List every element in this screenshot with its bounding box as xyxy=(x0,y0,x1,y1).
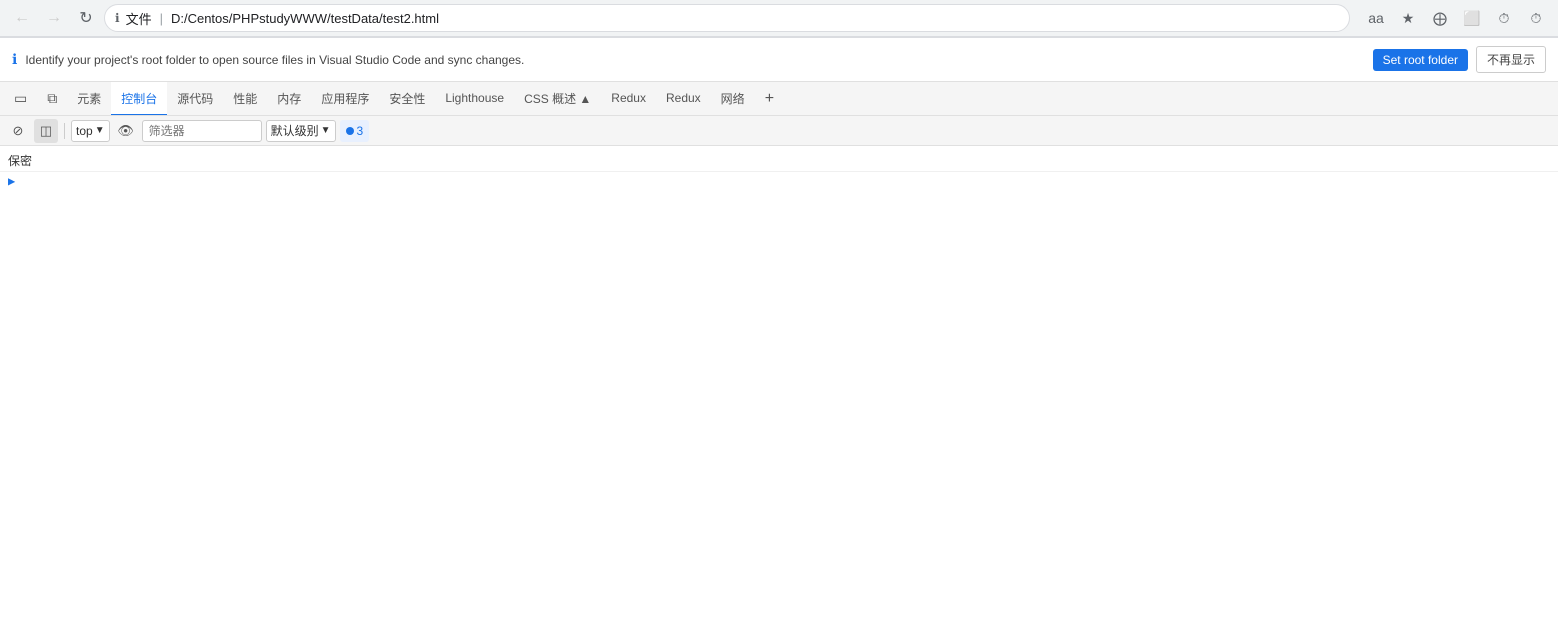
tab-sources[interactable]: 源代码 xyxy=(167,82,223,116)
tab-redux1-label: Redux xyxy=(611,91,646,105)
set-root-folder-button[interactable]: Set root folder xyxy=(1373,49,1468,71)
tab-css-overview-label: CSS 概述 ▲ xyxy=(524,90,591,107)
tab-lighthouse[interactable]: Lighthouse xyxy=(435,82,514,116)
extensions-button[interactable]: ⨁ xyxy=(1426,4,1454,32)
level-chevron-icon: ▼ xyxy=(321,125,331,136)
split-view-button[interactable]: ⬜ xyxy=(1458,4,1486,32)
eye-icon: 👁 xyxy=(117,123,134,139)
tab-performance-label: 性能 xyxy=(233,90,257,107)
tab-application-label: 应用程序 xyxy=(321,90,369,107)
drawer-icon: ◫ xyxy=(40,123,52,139)
tab-security-label: 安全性 xyxy=(389,90,425,107)
clear-icon: ⊘ xyxy=(13,123,24,139)
top-label: top xyxy=(76,124,93,138)
devtools-tabs: ▭ ⧉ 元素 控制台 源代码 性能 内存 应用程序 安全性 Lighthouse xyxy=(0,82,1558,116)
add-tab-button[interactable]: + xyxy=(757,86,782,112)
address-sep: | xyxy=(160,11,163,26)
issues-badge[interactable]: 3 xyxy=(340,120,370,142)
address-file-label: 文件 xyxy=(126,9,152,28)
console-group-label: 保密 xyxy=(8,152,32,169)
filter-input[interactable] xyxy=(142,120,262,142)
console-expand-row: ▶ xyxy=(0,172,1558,191)
eye-button[interactable]: 👁 xyxy=(114,119,138,143)
show-drawer-button[interactable]: ◫ xyxy=(34,119,58,143)
tab-memory-label: 内存 xyxy=(277,90,301,107)
context-selector[interactable]: top ▼ xyxy=(71,120,110,142)
tab-performance[interactable]: 性能 xyxy=(223,82,267,116)
info-banner-icon: ℹ xyxy=(12,51,17,68)
console-toolbar: ⊘ ◫ top ▼ 👁 默认级别 ▼ 3 xyxy=(0,116,1558,146)
browser-actions: aа ★ ⨁ ⬜ ⏱ ⏱ xyxy=(1362,4,1550,32)
tab-sources-label: 源代码 xyxy=(177,90,213,107)
toolbar-separator xyxy=(64,123,65,139)
device-icon: ⧉ xyxy=(47,90,57,107)
console-group-row: 保密 xyxy=(0,150,1558,172)
level-label: 默认级别 xyxy=(271,122,319,139)
browser-chrome: ← → ↻ ℹ 文件 | D:/Centos/PHPstudyWWW/testD… xyxy=(0,0,1558,37)
tab-redux2-label: Redux xyxy=(666,91,701,105)
forward-button[interactable]: → xyxy=(40,4,68,32)
tab-application[interactable]: 应用程序 xyxy=(311,82,379,116)
back-button[interactable]: ← xyxy=(8,4,36,32)
tab-elements-label: 元素 xyxy=(77,90,101,107)
tab-lighthouse-label: Lighthouse xyxy=(445,91,504,105)
chevron-down-icon: ▼ xyxy=(95,125,105,136)
tab-network-label: 网络 xyxy=(721,90,745,107)
reading-mode-button[interactable]: aа xyxy=(1362,4,1390,32)
tab-console-label: 控制台 xyxy=(121,90,157,107)
address-url: D:/Centos/PHPstudyWWW/testData/test2.htm… xyxy=(171,11,439,26)
tab-elements[interactable]: 元素 xyxy=(67,82,111,116)
tab-memory[interactable]: 内存 xyxy=(267,82,311,116)
browser-toolbar: ← → ↻ ℹ 文件 | D:/Centos/PHPstudyWWW/testD… xyxy=(0,0,1558,36)
dismiss-banner-button[interactable]: 不再显示 xyxy=(1476,46,1546,73)
tab-redux2[interactable]: Redux xyxy=(656,82,711,116)
favorites-button[interactable]: ★ xyxy=(1394,4,1422,32)
expand-arrow-icon[interactable]: ▶ xyxy=(8,174,15,189)
tab-device[interactable]: ⧉ xyxy=(37,82,67,116)
issues-count: 3 xyxy=(357,124,364,138)
console-output: 保密 ▶ xyxy=(0,146,1558,195)
log-level-selector[interactable]: 默认级别 ▼ xyxy=(266,120,336,142)
tab-inspect[interactable]: ▭ xyxy=(4,82,37,116)
devtools-panel: ℹ Identify your project's root folder to… xyxy=(0,37,1558,195)
inspect-icon: ▭ xyxy=(14,90,27,107)
address-bar[interactable]: ℹ 文件 | D:/Centos/PHPstudyWWW/testData/te… xyxy=(104,4,1350,32)
clear-console-button[interactable]: ⊘ xyxy=(6,119,30,143)
address-info-icon: ℹ xyxy=(115,11,120,25)
timer-button2[interactable]: ⏱ xyxy=(1522,4,1550,32)
tab-security[interactable]: 安全性 xyxy=(379,82,435,116)
info-banner: ℹ Identify your project's root folder to… xyxy=(0,38,1558,82)
tab-network[interactable]: 网络 xyxy=(711,82,755,116)
tab-redux1[interactable]: Redux xyxy=(601,82,656,116)
reload-button[interactable]: ↻ xyxy=(72,4,100,32)
timer-button1[interactable]: ⏱ xyxy=(1490,4,1518,32)
tab-css-overview[interactable]: CSS 概述 ▲ xyxy=(514,82,601,116)
issues-dot-icon xyxy=(346,127,354,135)
info-banner-text: Identify your project's root folder to o… xyxy=(25,53,1364,67)
tab-console[interactable]: 控制台 xyxy=(111,82,167,116)
